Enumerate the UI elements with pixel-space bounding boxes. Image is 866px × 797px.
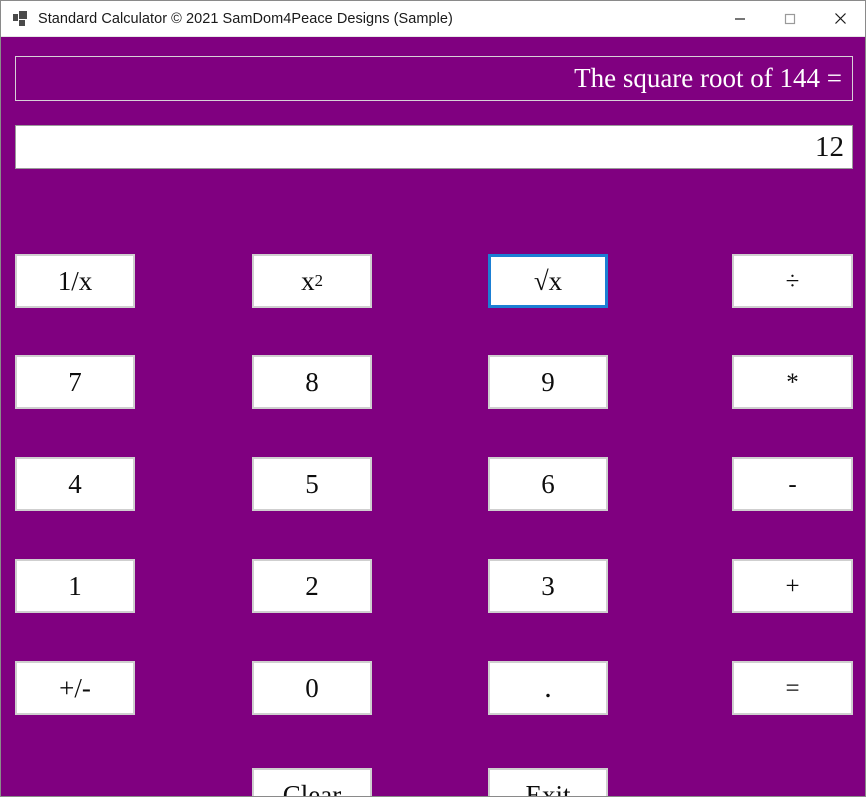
app-squares-icon [13,10,29,27]
window-controls [715,1,865,37]
key-subtract[interactable]: - [732,457,853,511]
minimize-icon [735,17,745,20]
key-multiply[interactable]: * [732,355,853,409]
key-reciprocal[interactable]: 1/x [15,254,135,308]
client-area: The square root of 144 = 12 1/x x 2 √x ÷ 7 8 9 *… [1,37,865,796]
key-zero[interactable]: 0 [252,661,372,715]
key-square[interactable]: x2 [252,254,372,308]
calculator-window: Standard Calculator © 2021 SamDom4Peace … [0,0,866,797]
key-decimal[interactable]: . [488,661,608,715]
key-sqrt[interactable]: √x [488,254,608,308]
key-one[interactable]: 1 [15,559,135,613]
key-nine[interactable]: 9 [488,355,608,409]
expression-text: The square root of 144 = [574,63,842,93]
key-sign[interactable]: +/- [15,661,135,715]
key-add[interactable]: + [732,559,853,613]
key-six[interactable]: 6 [488,457,608,511]
keypad: 1/x x 2 √x ÷ 7 8 9 * 4 5 6 - 1 2 3 + +/- 0. = Clear Exit [1,182,865,796]
result-display[interactable]: 12 [15,125,853,169]
window-title: Standard Calculator © 2021 SamDom4Peace … [38,10,453,27]
key-eight[interactable]: 8 [252,355,372,409]
key-two[interactable]: 2 [252,559,372,613]
title-bar: Standard Calculator © 2021 SamDom4Peace … [1,1,865,37]
key-equals[interactable]: = [732,661,853,715]
key-four[interactable]: 4 [15,457,135,511]
maximize-button[interactable] [765,1,815,37]
key-divide[interactable]: ÷ [732,254,853,308]
result-value: 12 [815,130,844,163]
key-five[interactable]: 5 [252,457,372,511]
maximize-icon [784,13,796,24]
close-button[interactable] [815,1,865,37]
minimize-button[interactable] [715,1,765,37]
expression-display: The square root of 144 = [15,56,853,101]
close-icon [834,13,846,24]
key-seven[interactable]: 7 [15,355,135,409]
key-exit[interactable]: Exit [488,768,608,796]
key-clear[interactable]: Clear [252,768,372,796]
key-three[interactable]: 3 [488,559,608,613]
